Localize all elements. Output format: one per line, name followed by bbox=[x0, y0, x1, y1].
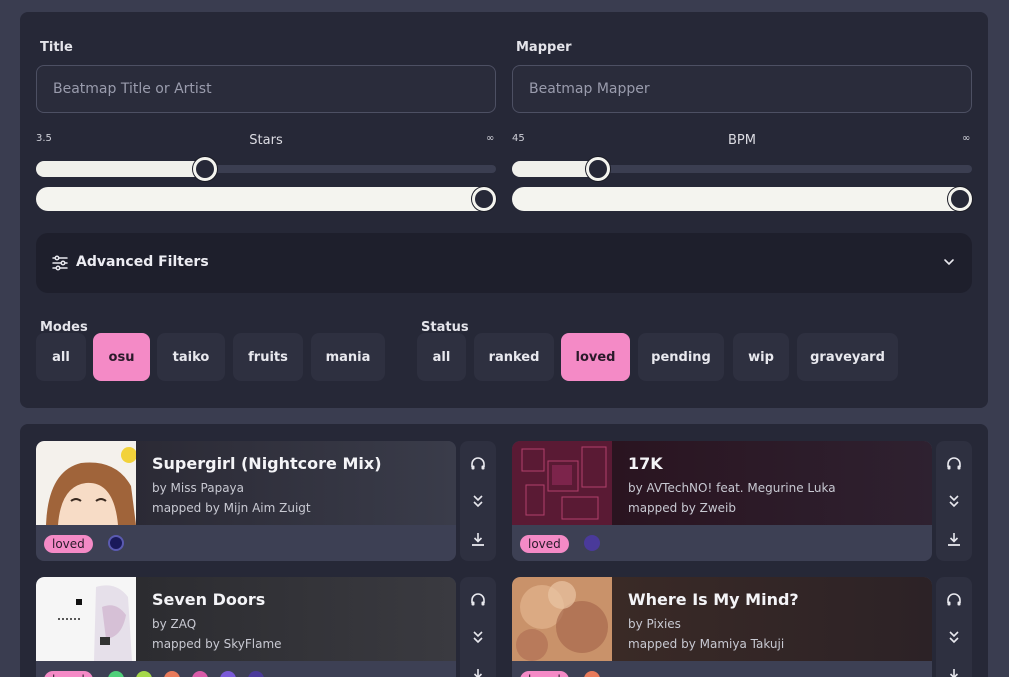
difficulty-dot[interactable] bbox=[108, 535, 124, 551]
beatmap-artist: by AVTechNO! feat. Megurine Luka bbox=[628, 481, 836, 495]
stars-max-value: ∞ bbox=[486, 133, 495, 144]
difficulty-dot[interactable] bbox=[108, 671, 124, 677]
status-wip[interactable]: wip bbox=[733, 333, 789, 381]
beatmap-card-body[interactable]: 17K by AVTechNO! feat. Megurine Luka map… bbox=[512, 441, 932, 561]
beatmap-mapper: mapped by Mijn Aim Zuigt bbox=[152, 501, 311, 515]
chevrons-down-icon[interactable] bbox=[946, 629, 962, 645]
download-icon[interactable] bbox=[946, 667, 962, 677]
chevrons-down-icon[interactable] bbox=[946, 493, 962, 509]
beatmap-artist: by ZAQ bbox=[152, 617, 197, 631]
advanced-filters-toggle[interactable]: Advanced Filters bbox=[36, 233, 972, 293]
difficulty-dot[interactable] bbox=[584, 671, 600, 677]
sliders-icon bbox=[52, 255, 68, 271]
mode-all[interactable]: all bbox=[36, 333, 86, 381]
status-badge: loved bbox=[44, 535, 93, 553]
stars-max-slider[interactable] bbox=[36, 187, 496, 211]
beatmap-mapper: mapped by Zweib bbox=[628, 501, 736, 515]
beatmap-mapper: mapped by Mamiya Takuji bbox=[628, 637, 785, 651]
chevrons-down-icon[interactable] bbox=[470, 493, 486, 509]
chevrons-down-icon[interactable] bbox=[470, 629, 486, 645]
beatmap-mapper: mapped by SkyFlame bbox=[152, 637, 282, 651]
status-ranked[interactable]: ranked bbox=[474, 333, 554, 381]
beatmap-artist: by Miss Papaya bbox=[152, 481, 245, 495]
status-all[interactable]: all bbox=[417, 333, 466, 381]
beatmap-card[interactable]: 17K by AVTechNO! feat. Megurine Luka map… bbox=[512, 441, 972, 561]
mode-mania[interactable]: mania bbox=[311, 333, 385, 381]
status-badge: loved bbox=[520, 535, 569, 553]
beatmap-card-body[interactable]: Seven Doors by ZAQ mapped by SkyFlame lo… bbox=[36, 577, 456, 677]
beatmap-card-body[interactable]: Supergirl (Nightcore Mix) by Miss Papaya… bbox=[36, 441, 456, 561]
card-actions bbox=[936, 441, 972, 561]
beatmap-card[interactable]: Supergirl (Nightcore Mix) by Miss Papaya… bbox=[36, 441, 496, 561]
title-label: Title bbox=[40, 40, 73, 55]
bpm-min-value: 45 bbox=[512, 133, 525, 144]
difficulty-dot[interactable] bbox=[248, 671, 264, 677]
cover-thumbnail bbox=[36, 577, 136, 661]
bpm-max-value: ∞ bbox=[962, 133, 971, 144]
advanced-filters-label: Advanced Filters bbox=[76, 254, 209, 270]
download-icon[interactable] bbox=[946, 531, 962, 547]
cover-thumbnail bbox=[36, 441, 136, 525]
stars-label: Stars bbox=[249, 133, 283, 148]
beatmap-artist: by Pixies bbox=[628, 617, 681, 631]
difficulty-dot[interactable] bbox=[584, 535, 600, 551]
difficulty-dot[interactable] bbox=[192, 671, 208, 677]
bpm-max-slider[interactable] bbox=[512, 187, 972, 211]
download-icon[interactable] bbox=[470, 667, 486, 677]
beatmap-title: Seven Doors bbox=[152, 590, 266, 609]
title-search-input[interactable] bbox=[36, 65, 496, 113]
status-badge: loved bbox=[520, 671, 569, 677]
stars-min-value: 3.5 bbox=[36, 133, 52, 144]
mapper-label: Mapper bbox=[516, 40, 572, 55]
stars-max-handle[interactable] bbox=[472, 187, 496, 211]
difficulty-dot[interactable] bbox=[220, 671, 236, 677]
headphones-icon[interactable] bbox=[470, 592, 486, 608]
status-graveyard[interactable]: graveyard bbox=[797, 333, 898, 381]
chevron-down-icon bbox=[944, 259, 954, 266]
beatmap-card-body[interactable]: Where Is My Mind? by Pixies mapped by Ma… bbox=[512, 577, 932, 677]
card-actions bbox=[936, 577, 972, 677]
mode-taiko[interactable]: taiko bbox=[157, 333, 225, 381]
headphones-icon[interactable] bbox=[946, 456, 962, 472]
download-icon[interactable] bbox=[470, 531, 486, 547]
cover-thumbnail bbox=[512, 441, 612, 525]
beatmap-title: 17K bbox=[628, 454, 663, 473]
mode-osu[interactable]: osu bbox=[93, 333, 150, 381]
stars-min-handle[interactable] bbox=[192, 157, 217, 181]
status-pending[interactable]: pending bbox=[638, 333, 724, 381]
beatmap-title: Where Is My Mind? bbox=[628, 590, 799, 609]
card-actions bbox=[460, 577, 496, 677]
difficulty-dot[interactable] bbox=[164, 671, 180, 677]
bpm-max-handle[interactable] bbox=[948, 187, 972, 211]
headphones-icon[interactable] bbox=[946, 592, 962, 608]
headphones-icon[interactable] bbox=[470, 456, 486, 472]
bpm-min-handle[interactable] bbox=[586, 157, 611, 181]
beatmap-card[interactable]: Seven Doors by ZAQ mapped by SkyFlame lo… bbox=[36, 577, 496, 677]
stars-min-slider[interactable] bbox=[36, 157, 496, 181]
cover-thumbnail bbox=[512, 577, 612, 661]
card-actions bbox=[460, 441, 496, 561]
stars-min-fill bbox=[36, 161, 205, 177]
mode-fruits[interactable]: fruits bbox=[233, 333, 303, 381]
difficulty-dot[interactable] bbox=[136, 671, 152, 677]
status-badge: loved bbox=[44, 671, 93, 677]
beatmap-card[interactable]: Where Is My Mind? by Pixies mapped by Ma… bbox=[512, 577, 972, 677]
beatmap-title: Supergirl (Nightcore Mix) bbox=[152, 454, 382, 473]
status-loved[interactable]: loved bbox=[561, 333, 630, 381]
mapper-search-input[interactable] bbox=[512, 65, 972, 113]
bpm-label: BPM bbox=[728, 133, 756, 148]
bpm-min-slider[interactable] bbox=[512, 157, 972, 181]
